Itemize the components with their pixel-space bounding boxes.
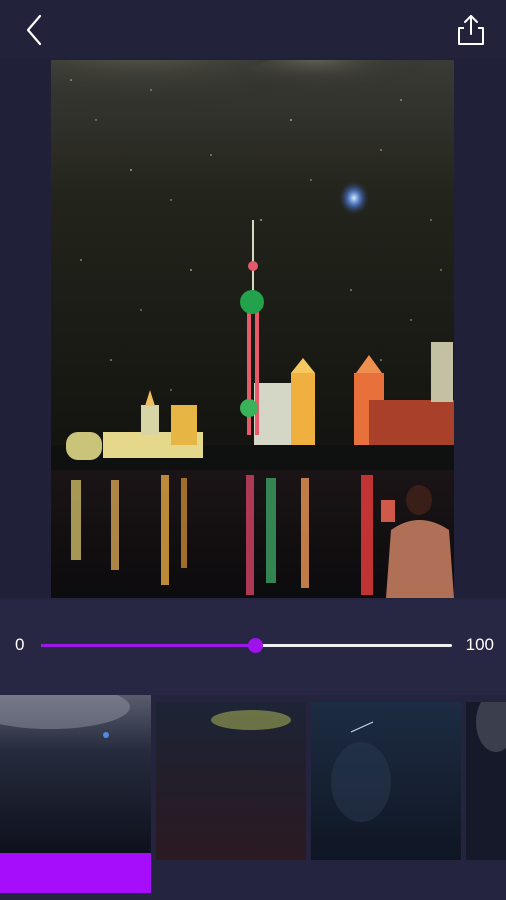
filter-preview-image: [466, 702, 506, 860]
slider-fill: [41, 644, 255, 647]
filter-preview-image: [311, 702, 461, 860]
filter-preview-image: [0, 695, 151, 853]
back-button[interactable]: [18, 12, 52, 48]
night-skyline-photo: [51, 60, 454, 598]
slider-thumb[interactable]: [247, 638, 263, 653]
intensity-slider[interactable]: [41, 638, 452, 653]
edited-photo[interactable]: [51, 60, 454, 598]
filter-thumbnail-galaxy-glow[interactable]: [156, 702, 306, 860]
photo-canvas: [0, 58, 506, 598]
slider-min-label: 0: [15, 635, 25, 654]
photo-editor-screen: 0 100: [0, 0, 506, 900]
selected-filter-indicator: [0, 853, 151, 893]
share-button[interactable]: [454, 12, 488, 48]
slider-max-label: 100: [465, 635, 494, 654]
filter-thumbnail-star-field[interactable]: [466, 702, 506, 860]
top-bar: [0, 0, 506, 58]
intensity-slider-row: 0 100: [0, 600, 506, 695]
share-upload-icon: [458, 15, 484, 45]
filter-strip: [0, 695, 506, 900]
filter-preview-image: [156, 702, 306, 860]
filter-thumbnail-meteor[interactable]: [311, 702, 461, 860]
chevron-left-icon: [26, 14, 42, 46]
